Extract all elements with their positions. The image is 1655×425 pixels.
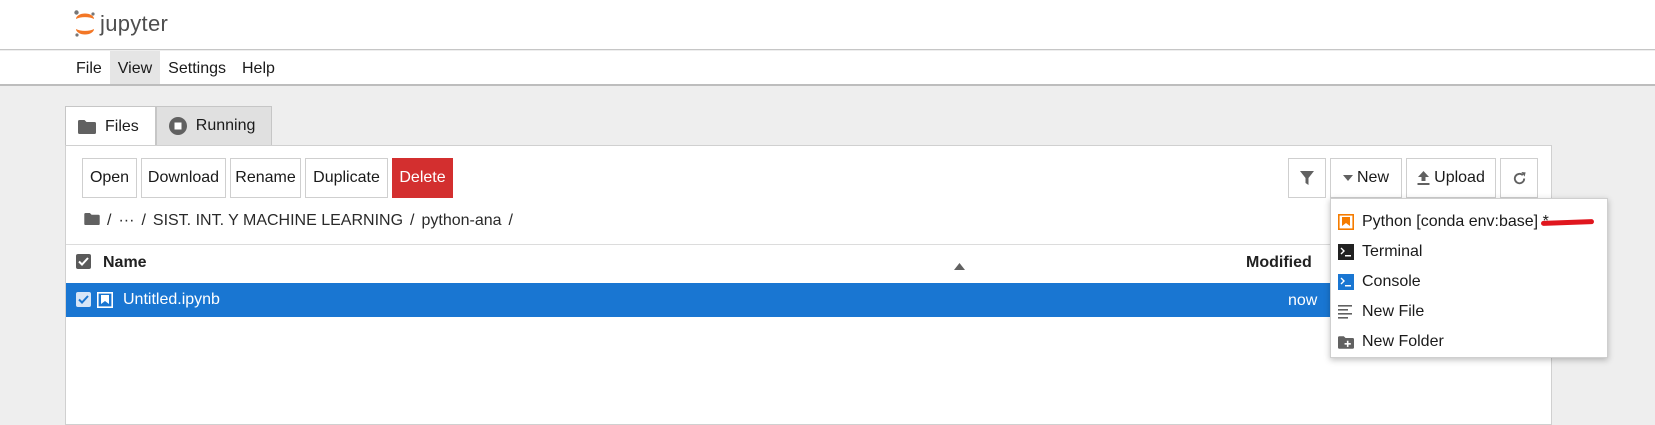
folder-icon xyxy=(78,120,96,134)
new-folder-label: New Folder xyxy=(1362,333,1444,350)
upload-button-label: Upload xyxy=(1434,169,1485,186)
logo-text: jupyter xyxy=(100,11,169,36)
stop-circle-icon xyxy=(168,117,187,135)
refresh-button[interactable] xyxy=(1500,158,1538,198)
new-folder-item[interactable]: New Folder xyxy=(1331,327,1607,357)
new-folder-icon xyxy=(1338,334,1354,350)
new-console-item[interactable]: Console xyxy=(1331,267,1607,297)
text-file-icon xyxy=(1338,304,1354,320)
tab-files[interactable]: Files xyxy=(65,106,156,148)
tab-running[interactable]: Running xyxy=(155,106,273,146)
tab-bar: Files Running xyxy=(65,106,273,148)
filter-button[interactable] xyxy=(1288,158,1326,198)
upload-button[interactable]: Upload xyxy=(1406,158,1496,198)
new-file-item[interactable]: New File xyxy=(1331,297,1607,327)
tab-running-label: Running xyxy=(195,117,256,134)
terminal-icon xyxy=(1338,244,1354,260)
home-folder-icon[interactable] xyxy=(84,212,100,230)
delete-button[interactable]: Delete xyxy=(392,158,453,198)
new-launcher-dropdown: Python [conda env:base] * Terminal Conso… xyxy=(1330,198,1608,358)
new-python-notebook-label: Python [conda env:base] * xyxy=(1362,213,1549,230)
menu-file[interactable]: File xyxy=(68,51,110,84)
file-browser-panel: Open Download Rename Duplicate Delete Ne… xyxy=(65,145,1553,425)
console-icon xyxy=(1338,274,1354,290)
new-python-notebook-item[interactable]: Python [conda env:base] * xyxy=(1331,207,1607,237)
breadcrumb-root: / xyxy=(107,212,112,229)
refresh-icon xyxy=(1513,171,1526,184)
menu-view[interactable]: View xyxy=(109,51,161,84)
breadcrumb-separator: / xyxy=(410,212,415,229)
open-button[interactable]: Open xyxy=(82,158,137,198)
top-bar: jupyter xyxy=(0,0,1655,50)
menu-help[interactable]: Help xyxy=(234,51,283,84)
select-all-checkbox[interactable] xyxy=(76,254,91,269)
jupyter-logo[interactable]: jupyter xyxy=(74,9,168,39)
name-column-header[interactable]: Name xyxy=(103,254,147,272)
new-file-label: New File xyxy=(1362,303,1425,320)
breadcrumb: / ··· / SIST. INT. Y MACHINE LEARNING / … xyxy=(84,208,520,234)
menu-bar: File View Settings Help xyxy=(0,51,1655,86)
download-button[interactable]: Download xyxy=(141,158,226,198)
caret-down-icon xyxy=(1342,175,1353,181)
check-icon xyxy=(78,295,89,304)
redaction-mark xyxy=(1540,219,1595,226)
menu-settings[interactable]: Settings xyxy=(160,51,234,84)
breadcrumb-sist-int[interactable]: SIST. INT. Y MACHINE LEARNING xyxy=(153,212,403,230)
notebook-icon xyxy=(1338,214,1354,230)
breadcrumb-separator: / xyxy=(141,212,146,229)
tab-files-label: Files xyxy=(105,118,139,135)
sort-ascending-icon[interactable] xyxy=(954,257,965,275)
check-icon xyxy=(78,257,89,266)
breadcrumb-end-separator: / xyxy=(508,212,513,229)
new-button[interactable]: New xyxy=(1330,158,1402,198)
new-button-label: New xyxy=(1356,169,1389,186)
row-checkbox[interactable] xyxy=(76,292,91,307)
jupyter-logo-icon xyxy=(74,10,95,37)
breadcrumb-python-ana[interactable]: python-ana xyxy=(421,212,501,230)
modified-column-header[interactable]: Modified xyxy=(1246,254,1312,272)
duplicate-button[interactable]: Duplicate xyxy=(305,158,388,198)
notebook-icon xyxy=(97,292,113,313)
new-terminal-item[interactable]: Terminal xyxy=(1331,237,1607,267)
new-console-label: Console xyxy=(1362,273,1421,290)
file-modified: now xyxy=(1288,292,1318,309)
filter-icon xyxy=(1300,170,1314,185)
file-name[interactable]: Untitled.ipynb xyxy=(123,291,220,309)
upload-icon xyxy=(1417,171,1430,185)
new-terminal-label: Terminal xyxy=(1362,243,1423,260)
breadcrumb-ellipsis[interactable]: ··· xyxy=(118,212,134,230)
rename-button[interactable]: Rename xyxy=(230,158,301,198)
